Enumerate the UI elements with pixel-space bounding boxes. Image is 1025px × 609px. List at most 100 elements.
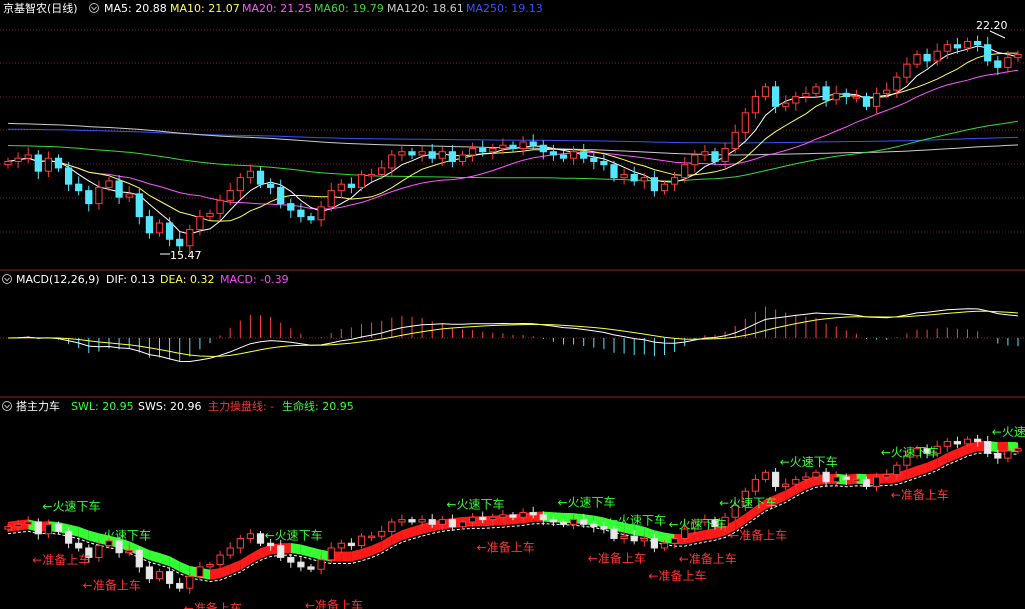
chevron-down-icon: [4, 277, 10, 282]
candle-body: [256, 170, 265, 185]
candle-body: [418, 151, 426, 156]
zhuli-candle-body: [378, 530, 386, 537]
zhuli-candle-body: [539, 514, 547, 521]
candle-body: [155, 222, 164, 234]
zhuli-candle-body: [24, 521, 32, 525]
zhuli-candle-body: [782, 483, 790, 487]
band-segment: [300, 544, 311, 558]
zhuli-line-value: 主力操盘线: -: [208, 399, 274, 413]
candle-body: [509, 144, 517, 149]
ma10-line: [7, 52, 1018, 222]
candle-body: [832, 92, 840, 101]
zhuli-candle-body: [236, 538, 244, 549]
candle-body: [357, 173, 366, 188]
candle-body: [388, 154, 396, 169]
zhuli-candle-body: [670, 538, 679, 544]
zhuli-candle-body: [984, 441, 992, 454]
candle-body: [620, 173, 628, 179]
prepare-enter-signal: ←准备上车: [891, 487, 949, 502]
zhuli-band: [8, 440, 1018, 580]
zhuli-candle-body: [327, 547, 335, 561]
stock-title[interactable]: 京基智农(日线): [3, 1, 78, 15]
candle-body: [984, 44, 992, 62]
band-segment: [311, 547, 322, 560]
candle-body: [24, 154, 32, 159]
zhuli-candle-body: [650, 538, 659, 549]
fast-exit-signal: ←火速下车: [669, 517, 727, 532]
fast-exit-signal: ←火速下车: [93, 528, 151, 543]
band-segment: [250, 548, 261, 564]
zhuli-header: 搭主力车 SWL: 20.95 SWS: 20.96 主力操盘线: - 生命线:…: [2, 399, 354, 413]
zhuli-candle-body: [277, 545, 285, 558]
candle-body: [812, 86, 820, 94]
band-segment: [906, 465, 917, 480]
candle-body: [600, 160, 608, 166]
zhuli-candle-body: [135, 549, 143, 568]
zhuli-candle-body: [802, 476, 810, 480]
fast-exit-signal: ←火速下车: [780, 454, 838, 469]
band-segment: [694, 529, 705, 543]
ma120-value: MA120: 18.61: [387, 2, 464, 15]
candle-body: [226, 190, 234, 201]
candlesticks[interactable]: [4, 35, 1022, 254]
zhuli-candle-body: [519, 512, 527, 518]
settings-dropdown-icon[interactable]: [89, 3, 99, 13]
prepare-enter-signal: ←准备上车: [32, 552, 90, 567]
zhuli-candle-body: [145, 566, 154, 580]
fast-exit-signal: ←火速下车: [42, 498, 100, 513]
candle-body: [448, 151, 457, 162]
zhuli-candle-body: [1004, 450, 1012, 459]
main-price-panel: 22.20 15.47 京基智农(日线) MA5: 20.88 MA10: 21…: [0, 1, 1025, 271]
candle-body: [206, 212, 214, 218]
candle-body: [862, 96, 871, 107]
zhuli-panel: ←火速下车←火速下车 ←火速下车←火速下车 ←火速下车←火速下车 ←火速下车←火速下车…: [2, 399, 1025, 609]
stock-chart[interactable]: 22.20 15.47 京基智农(日线) MA5: 20.88 MA10: 21…: [0, 0, 1025, 609]
zhuli-candle-body: [256, 533, 265, 544]
price-high-label: 22.20: [976, 19, 1008, 32]
zhuli-candle-body: [246, 533, 255, 540]
candle-body: [266, 183, 275, 188]
zhuli-title[interactable]: 搭主力车: [16, 399, 60, 413]
zhuli-candle-body: [660, 542, 669, 549]
candle-body: [529, 141, 537, 146]
zhuli-candle-body: [973, 438, 982, 443]
zhuli-candle-body: [337, 542, 345, 549]
band-segment: [149, 550, 160, 564]
zhuli-candle-body: [761, 471, 770, 480]
candle-body: [721, 147, 729, 162]
candle-body: [176, 238, 184, 247]
chevron-down-icon: [91, 6, 97, 11]
prepare-enter-signal: ←准备上车: [679, 551, 737, 566]
candle-body: [64, 167, 73, 185]
candle-body: [569, 151, 578, 159]
prepare-enter-signal: ←准备上车: [477, 540, 535, 555]
candle-body: [741, 112, 749, 133]
band-segment: [371, 541, 382, 556]
macd-histogram: [17, 306, 1019, 361]
candle-body: [963, 40, 972, 49]
band-segment: [351, 548, 362, 562]
candle-body: [701, 151, 709, 156]
zhuli-candle-body: [792, 478, 800, 485]
band-segment: [230, 560, 241, 575]
candle-body: [953, 44, 962, 49]
settings-dropdown-icon[interactable]: [2, 401, 12, 411]
zhuli-candle-body: [125, 549, 133, 554]
zhuli-candle-body: [1014, 448, 1022, 452]
candle-body: [640, 177, 648, 182]
candle-body: [75, 183, 83, 192]
settings-dropdown-icon[interactable]: [2, 274, 12, 284]
candle-body: [771, 86, 780, 107]
ma60-value: MA60: 19.79: [314, 2, 384, 15]
zhuli-candle-body: [832, 476, 840, 483]
zhuli-candle-body: [569, 519, 578, 525]
zhuli-candle-body: [852, 478, 861, 482]
macd-header: MACD(12,26,9) DIF: 0.13 DEA: 0.32 MACD: …: [2, 273, 289, 286]
candle-body: [660, 183, 669, 192]
candle-body: [378, 167, 386, 175]
zhuli-candle-body: [196, 566, 204, 577]
macd-title[interactable]: MACD(12,26,9): [16, 273, 100, 286]
zhuli-candle-body: [206, 564, 214, 568]
candle-body: [408, 151, 416, 156]
zhuli-candle-body: [388, 521, 396, 532]
